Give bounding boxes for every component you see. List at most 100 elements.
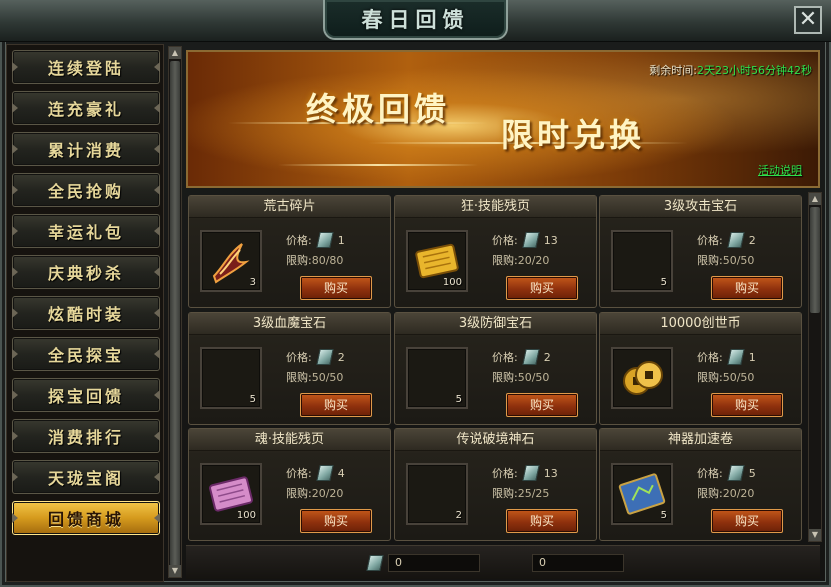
item-count: 3 bbox=[249, 277, 256, 288]
price-label: 价格: bbox=[286, 234, 312, 247]
sidebar-item-label: 消费排行 bbox=[47, 428, 124, 447]
limit-row: 限购:20/20 bbox=[697, 485, 754, 501]
price-label: 价格: bbox=[286, 467, 312, 480]
sidebar-item[interactable]: 回馈商城 bbox=[12, 501, 160, 535]
price-row: 价格: 2 bbox=[286, 349, 345, 365]
limit-value: 80/80 bbox=[311, 254, 344, 267]
sidebar-item-label: 连续登陆 bbox=[47, 59, 124, 78]
limit-row: 限购:25/25 bbox=[492, 485, 549, 501]
remaining-time: 剩余时间:2天23小时56分钟42秒 bbox=[649, 62, 812, 78]
price-value: 1 bbox=[748, 350, 756, 364]
item-count: 100 bbox=[442, 277, 462, 288]
sidebar-item[interactable]: 连续登陆 bbox=[12, 50, 160, 84]
price-label: 价格: bbox=[697, 467, 723, 480]
event-banner: 终极回馈 限时兑换 剩余时间:2天23小时56分钟42秒 活动说明 bbox=[186, 50, 820, 188]
item-slot[interactable]: 3 bbox=[200, 230, 262, 292]
scroll-up-arrow-icon[interactable]: ▲ bbox=[809, 193, 821, 205]
shop-item-card: 传说破境神石 2 价格: 13 限购:25/25 购买 bbox=[394, 428, 597, 541]
limit-label: 限购: bbox=[492, 371, 518, 384]
price-value: 13 bbox=[543, 466, 558, 480]
item-slot[interactable]: 100 bbox=[406, 230, 468, 292]
claw-fragment-icon bbox=[206, 236, 256, 286]
item-slot[interactable]: 5 bbox=[611, 230, 673, 292]
limit-row: 限购:20/20 bbox=[492, 252, 549, 268]
item-slot[interactable]: 100 bbox=[200, 463, 262, 525]
limit-row: 限购:50/50 bbox=[286, 369, 343, 385]
buy-button[interactable]: 购买 bbox=[300, 509, 372, 533]
item-count: 5 bbox=[660, 277, 667, 288]
scroll-thumb[interactable] bbox=[810, 207, 820, 313]
sidebar-item-label: 回馈商城 bbox=[47, 510, 124, 529]
sidebar-item-label: 全民探宝 bbox=[47, 346, 124, 365]
limit-row: 限购:50/50 bbox=[697, 252, 754, 268]
item-count: 2 bbox=[455, 510, 462, 521]
price-value: 2 bbox=[543, 350, 551, 364]
item-slot[interactable] bbox=[611, 347, 673, 409]
buy-button[interactable]: 购买 bbox=[300, 276, 372, 300]
ticket-balance: 0 bbox=[388, 554, 480, 572]
scroll-thumb[interactable] bbox=[170, 61, 180, 566]
item-slot[interactable]: 2 bbox=[406, 463, 468, 525]
remaining-time-value: 2天23小时56分钟42秒 bbox=[697, 64, 812, 77]
ticket-icon bbox=[316, 465, 334, 481]
item-name: 传说破境神石 bbox=[395, 429, 596, 451]
sidebar-item[interactable]: 炫酷时装 bbox=[12, 296, 160, 330]
event-info-link[interactable]: 活动说明 bbox=[758, 162, 802, 178]
scroll-up-arrow-icon[interactable]: ▲ bbox=[169, 47, 181, 59]
item-slot[interactable]: 5 bbox=[406, 347, 468, 409]
sidebar-scrollbar[interactable]: ▲ ▼ bbox=[168, 46, 182, 578]
item-name: 神器加速卷 bbox=[600, 429, 801, 451]
price-label: 价格: bbox=[697, 351, 723, 364]
item-name: 10000创世币 bbox=[600, 313, 801, 335]
sidebar-item[interactable]: 探宝回馈 bbox=[12, 378, 160, 412]
limit-value: 20/20 bbox=[722, 487, 755, 500]
limit-value: 50/50 bbox=[722, 254, 755, 267]
sidebar-item[interactable]: 累计消费 bbox=[12, 132, 160, 166]
empty-slot bbox=[206, 353, 256, 403]
item-slot[interactable]: 5 bbox=[611, 463, 673, 525]
grid-scrollbar[interactable]: ▲ ▼ bbox=[808, 192, 822, 542]
sidebar-item[interactable]: 庆典秒杀 bbox=[12, 255, 160, 289]
sidebar-item-label: 幸运礼包 bbox=[47, 223, 124, 242]
buy-button[interactable]: 购买 bbox=[506, 509, 578, 533]
sidebar-item[interactable]: 幸运礼包 bbox=[12, 214, 160, 248]
sidebar-item[interactable]: 天珑宝阁 bbox=[12, 460, 160, 494]
limit-label: 限购: bbox=[286, 487, 312, 500]
buy-button[interactable]: 购买 bbox=[711, 393, 783, 417]
banner-headline-1: 终极回馈 bbox=[306, 90, 451, 128]
shop-item-card: 3级攻击宝石 5 价格: 2 限购:50/50 购买 bbox=[599, 195, 802, 308]
item-name: 狂·技能残页 bbox=[395, 196, 596, 218]
item-name: 3级防御宝石 bbox=[395, 313, 596, 335]
item-count: 5 bbox=[660, 510, 667, 521]
sidebar-item[interactable]: 全民抢购 bbox=[12, 173, 160, 207]
sidebar-item[interactable]: 消费排行 bbox=[12, 419, 160, 453]
close-button[interactable]: ✕ bbox=[794, 6, 822, 34]
price-row: 价格: 2 bbox=[697, 232, 756, 248]
sidebar-item[interactable]: 连充豪礼 bbox=[12, 91, 160, 125]
other-balance: 0 bbox=[532, 554, 624, 572]
scroll-down-arrow-icon[interactable]: ▼ bbox=[169, 565, 181, 577]
item-count: 100 bbox=[236, 510, 256, 521]
limit-value: 50/50 bbox=[311, 371, 344, 384]
price-value: 2 bbox=[337, 350, 345, 364]
buy-button[interactable]: 购买 bbox=[300, 393, 372, 417]
buy-button[interactable]: 购买 bbox=[506, 276, 578, 300]
scroll-down-arrow-icon[interactable]: ▼ bbox=[809, 529, 821, 541]
limit-row: 限购:80/80 bbox=[286, 252, 343, 268]
buy-button[interactable]: 购买 bbox=[506, 393, 578, 417]
price-row: 价格: 5 bbox=[697, 465, 756, 481]
item-slot[interactable]: 5 bbox=[200, 347, 262, 409]
shop-item-card: 3级防御宝石 5 价格: 2 限购:50/50 购买 bbox=[394, 312, 597, 425]
buy-button[interactable]: 购买 bbox=[711, 509, 783, 533]
limit-row: 限购:50/50 bbox=[697, 369, 754, 385]
price-row: 价格: 2 bbox=[492, 349, 551, 365]
item-name: 魂·技能残页 bbox=[189, 429, 390, 451]
buy-button[interactable]: 购买 bbox=[711, 276, 783, 300]
sidebar-item[interactable]: 全民探宝 bbox=[12, 337, 160, 371]
light-streak bbox=[278, 164, 478, 166]
sidebar-item-label: 探宝回馈 bbox=[47, 387, 124, 406]
ticket-icon bbox=[366, 555, 384, 571]
price-value: 13 bbox=[543, 233, 558, 247]
price-label: 价格: bbox=[492, 467, 518, 480]
sidebar: 连续登陆连充豪礼累计消费全民抢购幸运礼包庆典秒杀炫酷时装全民探宝探宝回馈消费排行… bbox=[6, 44, 164, 582]
